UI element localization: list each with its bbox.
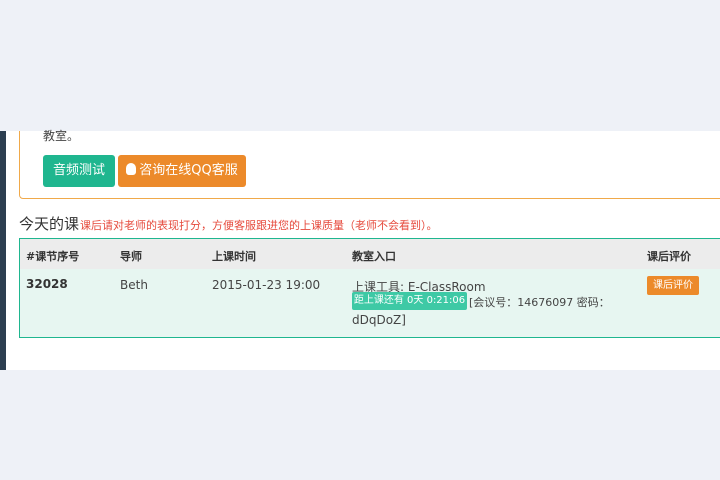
qq-support-button[interactable]: 咨询在线QQ客服: [118, 155, 246, 187]
qq-icon: [126, 163, 137, 175]
qq-support-label: 咨询在线QQ客服: [139, 163, 238, 178]
section-title: 今天的课: [19, 215, 80, 233]
lesson-number: 32028: [26, 277, 68, 291]
meeting-password: dDqDoZ]: [352, 313, 406, 327]
col-tutor: 导师: [120, 250, 142, 263]
evaluate-button[interactable]: 课后评价: [647, 276, 699, 295]
section-note: 课后请对老师的表现打分，方便客服跟进您的上课质量（老师不会看到）。: [80, 219, 438, 232]
col-lesson-no: #课节序号: [26, 250, 80, 263]
col-classroom: 教室入口: [352, 250, 396, 263]
audio-test-button[interactable]: 音频测试: [43, 155, 115, 187]
col-time: 上课时间: [212, 250, 256, 263]
col-evaluation: 课后评价: [647, 250, 691, 263]
tutor-name: Beth: [120, 278, 148, 292]
lesson-time: 2015-01-23 19:00: [212, 278, 321, 292]
countdown-badge: 距上课还有 0天 0:21:06: [352, 292, 467, 310]
page-background-top: [0, 0, 720, 131]
left-sidebar-edge: [0, 131, 6, 370]
audio-test-label: 音频测试: [52, 163, 105, 178]
notice-text: 教室。: [43, 129, 80, 143]
meeting-info: [会议号：14676097 密码：: [469, 296, 610, 309]
